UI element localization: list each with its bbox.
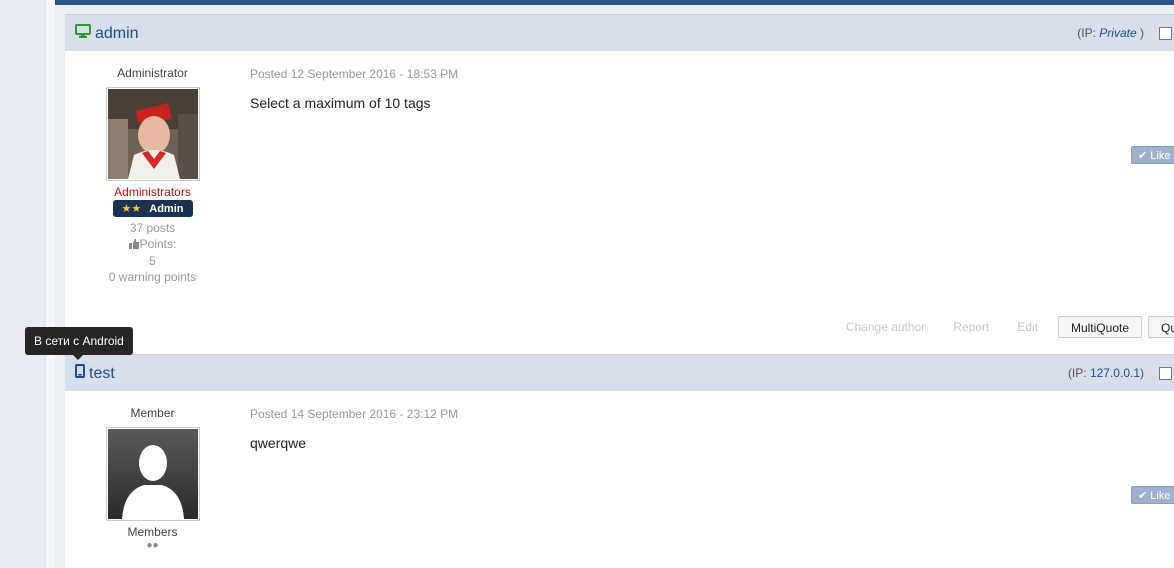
points-value: 5 xyxy=(149,254,156,268)
left-gutter xyxy=(0,0,46,568)
ip-value: Private xyxy=(1099,26,1137,40)
like-label: Like xyxy=(1150,490,1171,502)
ip-address: (IP: Private ) xyxy=(1077,26,1144,40)
author-link[interactable]: test xyxy=(75,364,115,383)
author-info: Administrator Administrators ★★ Admin 37 … xyxy=(95,66,210,285)
like-button[interactable]: ✔ Like xyxy=(1131,146,1174,164)
ip-suffix: ) xyxy=(1140,366,1144,380)
points-label: Points: xyxy=(139,237,177,251)
rank-badge: ★★ Admin xyxy=(112,200,193,217)
star-icon: ★★ xyxy=(121,203,142,215)
multiquote-button[interactable]: MultiQuote xyxy=(1057,316,1142,338)
select-post-checkbox[interactable] xyxy=(1159,27,1172,40)
post-date: Posted 14 September 2016 - 23:12 PM xyxy=(250,407,459,421)
member-group[interactable]: Administrators xyxy=(95,185,210,199)
post-admin: admin (IP: Private ) Administrator Admin… xyxy=(65,14,1174,354)
check-icon: ✔ xyxy=(1138,150,1148,162)
mobile-phone-icon xyxy=(75,364,85,383)
post-controls: Change author Report Edit MultiQuote Quo… xyxy=(846,315,1174,339)
like-button[interactable]: ✔ Like xyxy=(1131,486,1174,504)
post-content: Select a maximum of 10 tags xyxy=(250,95,431,111)
edit-link[interactable]: Edit xyxy=(1017,320,1038,334)
warning-points: 0 warning points xyxy=(108,270,197,284)
ip-prefix: (IP: xyxy=(1077,26,1100,40)
check-icon: ✔ xyxy=(1138,490,1148,502)
member-title: Administrator xyxy=(117,66,188,80)
desktop-icon xyxy=(75,24,91,43)
ip-suffix: ) xyxy=(1136,26,1144,40)
author-info: Member Members ●● xyxy=(95,406,210,551)
author-name-text[interactable]: test xyxy=(89,365,115,383)
thumbs-up-icon xyxy=(128,237,140,253)
ip-prefix: (IP: xyxy=(1067,366,1090,380)
avatar[interactable] xyxy=(105,427,200,521)
post-header: admin (IP: Private ) xyxy=(65,14,1174,51)
rank-pips-icon: ●● xyxy=(146,540,159,551)
member-title: Member xyxy=(130,406,175,420)
post-test: test (IP: 127.0.0.1) Member Members ●● P… xyxy=(65,354,1174,568)
post-count: 37 posts xyxy=(129,221,176,235)
avatar[interactable] xyxy=(105,87,200,181)
author-name-text[interactable]: admin xyxy=(95,25,139,43)
quote-button[interactable]: Quote xyxy=(1148,316,1174,338)
author-link[interactable]: admin xyxy=(75,24,139,43)
rank-label: Admin xyxy=(149,203,184,215)
change-author-link[interactable]: Change author xyxy=(846,320,925,334)
ip-value[interactable]: 127.0.0.1 xyxy=(1090,366,1140,380)
member-group[interactable]: Members xyxy=(95,525,210,539)
post-date: Posted 12 September 2016 - 18:53 PM xyxy=(250,67,459,81)
points-label-row: Points: xyxy=(95,236,210,253)
post-header: test (IP: 127.0.0.1) xyxy=(65,354,1174,391)
like-label: Like xyxy=(1150,150,1171,162)
report-link[interactable]: Report xyxy=(953,320,989,334)
post-content: qwerqwe xyxy=(250,435,307,451)
online-status-tooltip: В сети с Android xyxy=(25,327,133,360)
ip-address: (IP: 127.0.0.1) xyxy=(1068,366,1144,380)
select-post-checkbox[interactable] xyxy=(1159,367,1172,380)
